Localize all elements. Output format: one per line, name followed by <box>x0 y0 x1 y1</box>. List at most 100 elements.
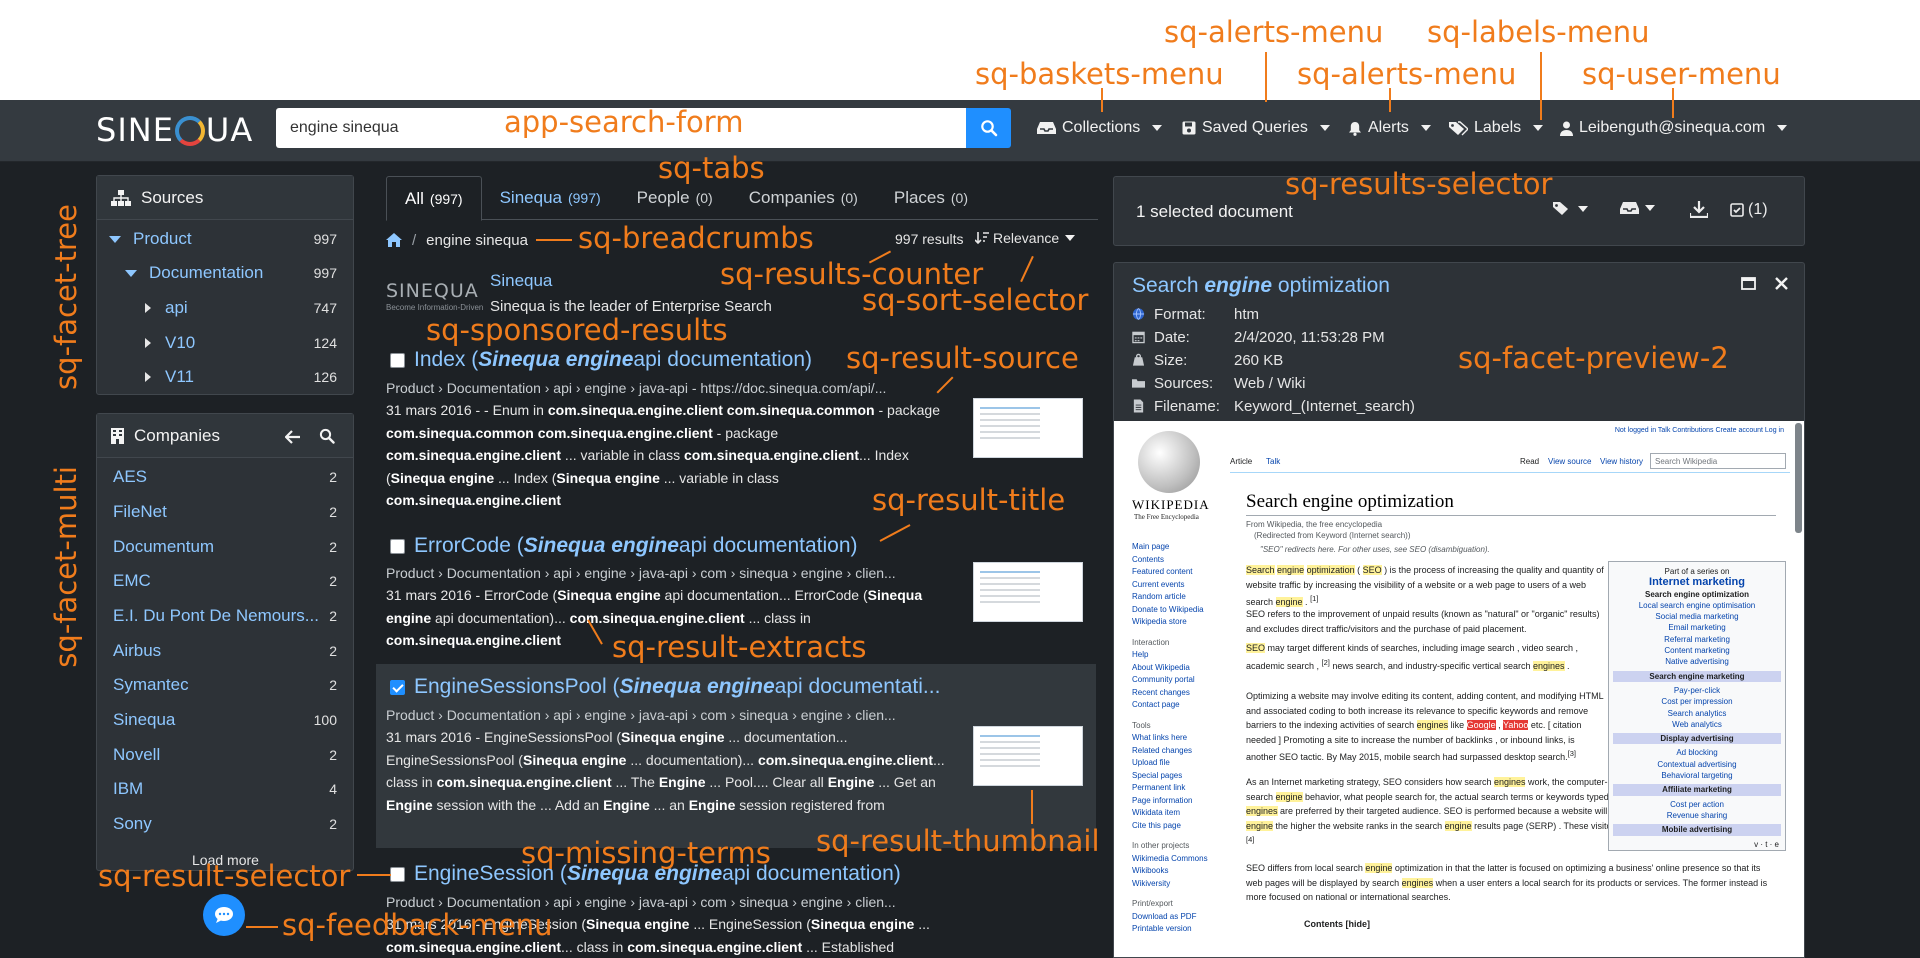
facet-item[interactable]: Sinequa 100 <box>97 703 353 737</box>
result-source[interactable]: Product › Documentation › api › engine ›… <box>386 380 951 396</box>
infobox-vte[interactable]: v · t · e <box>1609 839 1785 850</box>
wiki-link[interactable]: Native advertising <box>1609 656 1785 667</box>
result-checkbox[interactable] <box>390 352 405 368</box>
facet-item[interactable]: IBM 4 <box>97 772 353 806</box>
wiki-link[interactable]: Cost per action <box>1609 799 1785 810</box>
collapsed-icon[interactable] <box>145 338 151 348</box>
wiki-link[interactable]: Contextual advertising <box>1609 759 1785 770</box>
infobox-title[interactable]: Internet marketing <box>1609 576 1785 588</box>
result-thumbnail[interactable] <box>973 726 1083 786</box>
result-checkbox[interactable] <box>390 866 405 882</box>
wiki-contents-box[interactable]: Contents [hide] <box>1304 917 1404 932</box>
wiki-tab-view-history[interactable]: View history <box>1600 457 1643 466</box>
wiki-user-links[interactable]: Not logged in Talk Contributions Create … <box>1615 427 1784 434</box>
wiki-link[interactable]: Recent changes <box>1132 687 1222 700</box>
wiki-link[interactable]: Featured content <box>1132 566 1222 579</box>
labels-menu[interactable]: Labels <box>1448 116 1544 140</box>
tree-item-product[interactable]: Product 997 <box>97 222 353 256</box>
wiki-link[interactable]: Help <box>1132 649 1222 662</box>
wiki-link[interactable]: Related changes <box>1132 745 1222 758</box>
wiki-link[interactable]: Contents <box>1132 554 1222 567</box>
collapsed-icon[interactable] <box>145 372 151 382</box>
tree-item-api[interactable]: api 747 <box>97 291 353 325</box>
wiki-link[interactable]: Content marketing <box>1609 645 1785 656</box>
sort-selector[interactable]: Relevance <box>975 230 1076 246</box>
infobox-heading[interactable]: Mobile advertising <box>1613 824 1781 836</box>
wiki-link[interactable]: Random article <box>1132 591 1222 604</box>
result-thumbnail[interactable] <box>973 398 1083 458</box>
tab-sinequa[interactable]: Sinequa (997) <box>482 176 619 220</box>
result-source[interactable]: Product › Documentation › api › engine ›… <box>386 565 951 581</box>
expand-icon[interactable] <box>109 235 121 243</box>
wiki-link[interactable]: Referral marketing <box>1609 634 1785 645</box>
document-preview[interactable]: Not logged in Talk Contributions Create … <box>1114 421 1804 957</box>
wiki-link[interactable]: Ad blocking <box>1609 747 1785 758</box>
wiki-link[interactable]: Email marketing <box>1609 622 1785 633</box>
sponsored-title[interactable]: Sinequa <box>490 271 552 291</box>
expand-icon[interactable] <box>125 269 137 277</box>
search-button[interactable] <box>966 108 1011 148</box>
facet-item[interactable]: FileNet 2 <box>97 495 353 529</box>
wiki-link[interactable]: Search analytics <box>1609 708 1785 719</box>
wiki-search-input[interactable]: Search Wikipedia <box>1650 453 1786 469</box>
wiki-link[interactable]: Revenue sharing <box>1609 810 1785 821</box>
facet-item[interactable]: AES 2 <box>97 460 353 494</box>
infobox-heading[interactable]: Display advertising <box>1613 733 1781 745</box>
feedback-button[interactable] <box>203 894 245 936</box>
tree-item-v10[interactable]: V10 124 <box>97 326 353 360</box>
facet-item[interactable]: EMC 2 <box>97 564 353 598</box>
facet-item[interactable]: E.I. Du Pont De Nemours... 2 <box>97 599 353 633</box>
wiki-tab-view-source[interactable]: View source <box>1548 457 1591 466</box>
facet-item[interactable]: Documentum 2 <box>97 530 353 564</box>
wiki-tab-article[interactable]: Article <box>1230 457 1252 466</box>
preview-title[interactable]: Search engine optimization <box>1132 274 1390 298</box>
wiki-tab-talk[interactable]: Talk <box>1266 457 1280 466</box>
facet-item[interactable]: Sony 2 <box>97 807 353 841</box>
close-icon[interactable] <box>1775 277 1788 295</box>
wiki-link[interactable]: Cost per impression <box>1609 696 1785 707</box>
wiki-link[interactable]: Wikipedia store <box>1132 616 1222 629</box>
wiki-link[interactable]: Wikibooks <box>1132 865 1222 878</box>
wiki-link[interactable]: Wikimedia Commons <box>1132 853 1222 866</box>
preview-scrollbar[interactable] <box>1795 423 1802 533</box>
wiki-link[interactable]: Web analytics <box>1609 719 1785 730</box>
facet-item[interactable]: Symantec 2 <box>97 668 353 702</box>
tab-all[interactable]: All (997) <box>386 176 482 221</box>
tree-item-v11[interactable]: V11 126 <box>97 360 353 394</box>
wiki-link[interactable]: Social media marketing <box>1609 611 1785 622</box>
wiki-link[interactable]: Main page <box>1132 541 1222 554</box>
label-action[interactable] <box>1552 201 1588 216</box>
wiki-link[interactable]: Behavioral targeting <box>1609 770 1785 781</box>
tree-item-documentation[interactable]: Documentation 997 <box>97 256 353 290</box>
sinequa-logo[interactable]: SINE UA <box>96 111 253 149</box>
user-menu[interactable]: Leibenguth@sinequa.com <box>1560 116 1788 140</box>
tab-places[interactable]: Places (0) <box>876 176 986 220</box>
wiki-link[interactable]: Special pages <box>1132 770 1222 783</box>
wiki-link[interactable]: Permanent link <box>1132 782 1222 795</box>
back-arrow-icon[interactable] <box>284 429 301 449</box>
wiki-link[interactable]: Wikidata item <box>1132 807 1222 820</box>
facet-item[interactable]: Novell 2 <box>97 738 353 772</box>
wiki-link[interactable]: Cite this page <box>1132 820 1222 833</box>
wiki-link[interactable]: Community portal <box>1132 674 1222 687</box>
selection-toggle[interactable]: (1) <box>1730 201 1768 219</box>
infobox-heading[interactable]: Search engine marketing <box>1613 670 1781 682</box>
wiki-link[interactable]: Current events <box>1132 579 1222 592</box>
saved-queries-menu[interactable]: Saved Queries <box>1182 116 1330 140</box>
wiki-link[interactable]: Download as PDF <box>1132 911 1222 924</box>
result-title[interactable]: ErrorCode (Sinequa engine api documentat… <box>390 533 858 559</box>
wiki-link[interactable]: Printable version <box>1132 923 1222 936</box>
search-icon[interactable] <box>319 428 335 449</box>
infobox-heading[interactable]: Affiliate marketing <box>1613 784 1781 796</box>
wiki-link[interactable]: Local search engine optimisation <box>1609 600 1785 611</box>
wiki-link[interactable]: Page information <box>1132 795 1222 808</box>
home-icon[interactable] <box>386 233 402 247</box>
breadcrumb-query[interactable]: engine sinequa <box>426 232 528 249</box>
wiki-link[interactable]: Pay-per-click <box>1609 685 1785 696</box>
result-thumbnail[interactable] <box>973 562 1083 622</box>
result-checkbox[interactable] <box>390 538 405 554</box>
alerts-menu[interactable]: Alerts <box>1348 116 1431 140</box>
wiki-tab-read[interactable]: Read <box>1520 457 1539 466</box>
wiki-link[interactable]: Contact page <box>1132 699 1222 712</box>
facet-item[interactable]: Airbus 2 <box>97 634 353 668</box>
